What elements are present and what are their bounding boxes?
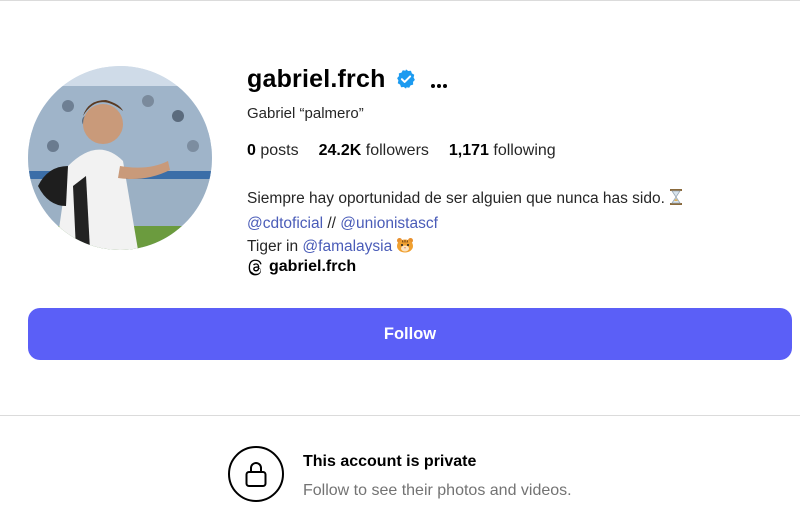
following-count: 1,171 [448,142,489,159]
followers-count: 24.2K [318,142,362,159]
verified-badge-icon [395,68,417,90]
tiger-face-icon [396,237,414,260]
profile-bio: Siempre hay oportunidad de ser alguien q… [247,187,683,260]
bio-line-3: Tiger in @famalaysia [247,235,683,260]
private-account-title: This account is private [303,453,477,470]
profile-full-name: Gabriel “palmero” [247,105,364,122]
posts-stat: 0 posts [247,142,299,160]
private-account-subtitle: Follow to see their photos and videos. [303,482,572,499]
bio-text: Siempre hay oportunidad de ser alguien q… [247,190,665,207]
posts-count: 0 [247,142,256,159]
threads-handle: gabriel.frch [269,258,357,275]
bio-line-3-prefix: Tiger in [247,238,299,255]
avatar-photo [28,66,212,250]
threads-link[interactable]: gabriel.frch [247,258,356,276]
lock-icon [228,446,284,502]
username-row: gabriel.frch [247,62,448,96]
section-divider [0,415,800,416]
more-options-icon[interactable] [430,76,448,88]
hourglass-icon [669,189,683,212]
following-stat[interactable]: 1,171 following [449,142,556,160]
bio-line-2: @cdtoficial // @unionistascf [247,212,683,235]
profile-stats: 0 posts 24.2K followers 1,171 following [247,142,576,160]
followers-label: followers [365,142,429,159]
following-label: following [493,142,556,159]
followers-stat[interactable]: 24.2K followers [319,142,429,160]
posts-label: posts [260,142,299,159]
avatar[interactable] [28,66,212,250]
mention-cdtoficial[interactable]: @cdtoficial [247,215,323,232]
follow-button[interactable]: Follow [28,308,792,360]
bio-line-1: Siempre hay oportunidad de ser alguien q… [247,187,683,212]
bio-separator: // [327,215,336,232]
mention-unionistascf[interactable]: @unionistascf [340,215,438,232]
profile-username: gabriel.frch [247,64,386,93]
top-divider [0,0,800,1]
threads-icon [248,259,262,275]
mention-famalaysia[interactable]: @famalaysia [302,238,392,255]
